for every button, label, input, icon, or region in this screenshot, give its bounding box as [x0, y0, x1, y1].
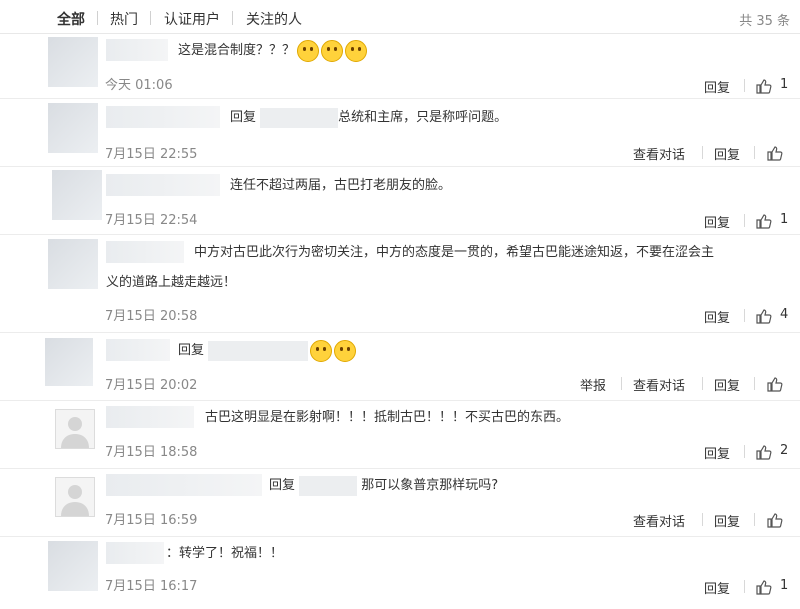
reply-button[interactable]: 回复 — [704, 578, 730, 597]
comment-item: 连任不超过两届，古巴打老朋友的脸。 7月15日 22:54 回复 1 — [0, 167, 800, 235]
mentioned-user-blurred[interactable] — [260, 107, 339, 128]
reply-button[interactable]: 回复 — [704, 443, 730, 462]
thumbs-up-icon — [756, 445, 772, 460]
username-blurred[interactable] — [106, 39, 168, 61]
action-divider — [621, 377, 622, 390]
comment-item: 回复 总统和主席，只是称呼问题。 7月15日 22:55 查看对话 回复 — [0, 99, 800, 167]
action-divider — [702, 377, 703, 390]
tab-divider — [232, 11, 233, 25]
like-count: 1 — [780, 212, 789, 227]
username-blurred[interactable] — [106, 106, 220, 128]
thumbs-up-icon — [756, 79, 772, 94]
report-button[interactable]: 举报 — [580, 375, 606, 394]
smile-emoji — [297, 39, 320, 62]
comment-text: 古巴这明显是在影射啊！！！抵制古巴！！！不买古巴的东西。 — [205, 410, 570, 425]
username-blurred[interactable] — [106, 474, 262, 496]
comment-actions: 回复 2 — [0, 443, 800, 463]
like-count: 4 — [780, 307, 789, 322]
thumbs-up-icon — [756, 580, 772, 595]
action-divider — [744, 214, 745, 227]
action-divider — [744, 79, 745, 92]
action-divider — [744, 445, 745, 458]
comment-total-count: 共 35 条 — [739, 14, 790, 29]
comment-item: 回复 7月15日 20:02 举报 查看对话 回复 — [0, 333, 800, 401]
comment-text-line1: 中方对古巴此次行为密切关注，中方的态度是一贯的，希望古巴能迷途知返，不要在涩会主 — [194, 245, 715, 260]
action-divider — [744, 580, 745, 593]
thumbs-up-icon — [756, 214, 772, 229]
comment-body: 这是混合制度？？？ — [178, 43, 296, 58]
like-count: 1 — [780, 578, 789, 593]
tab-all[interactable]: 全部 — [57, 9, 85, 29]
comment-filter-tabs: 全部 热门 认证用户 关注的人 共 35 条 — [0, 0, 800, 34]
tab-divider — [150, 11, 151, 25]
laugh-cry-emoji — [334, 339, 357, 362]
username-blurred[interactable] — [106, 542, 164, 564]
comment-text: ：转学了！祝福！！ — [166, 546, 284, 561]
comment-actions: 回复 1 — [0, 77, 800, 97]
view-conversation-button[interactable]: 查看对话 — [633, 144, 685, 163]
like-count: 1 — [780, 77, 789, 92]
comment-text-line2: 义的道路上越走越远！ — [106, 275, 237, 290]
action-divider — [754, 513, 755, 526]
comment-item: 古巴这明显是在影射啊！！！抵制古巴！！！不买古巴的东西。 7月15日 18:58… — [0, 401, 800, 469]
comment-text: 回复 那可以象普京那样玩吗? — [269, 474, 769, 497]
reply-button[interactable]: 回复 — [704, 77, 730, 96]
comment-item: ：转学了！祝福！！ 7月15日 16:17 回复 1 — [0, 537, 800, 609]
username-blurred[interactable] — [106, 339, 170, 361]
view-conversation-button[interactable]: 查看对话 — [633, 375, 685, 394]
comment-actions: 回复 4 — [0, 307, 800, 327]
comment-item: 这是混合制度？？？ 今天 01:06 回复 1 — [0, 34, 800, 99]
tab-divider — [97, 11, 98, 25]
comment-text: 回复 总统和主席，只是称呼问题。 — [230, 106, 790, 129]
username-blurred[interactable] — [106, 174, 220, 196]
action-divider — [744, 309, 745, 322]
view-conversation-button[interactable]: 查看对话 — [633, 511, 685, 530]
reply-button[interactable]: 回复 — [714, 375, 740, 394]
comment-text: 这是混合制度？？？ — [178, 39, 368, 62]
comment-text: 回复 — [178, 339, 357, 362]
comment-actions: 回复 1 — [0, 578, 800, 598]
laugh-cry-emoji — [310, 339, 333, 362]
mentioned-user-blurred[interactable] — [208, 340, 309, 361]
comment-body: 那可以象普京那样玩吗? — [361, 478, 499, 493]
comment-actions: 查看对话 回复 — [0, 511, 800, 531]
comment-item: 回复 那可以象普京那样玩吗? 7月15日 16:59 查看对话 回复 — [0, 469, 800, 537]
action-divider — [702, 513, 703, 526]
thumbs-up-icon — [767, 377, 783, 392]
tab-verified-users[interactable]: 认证用户 — [164, 9, 220, 29]
comment-actions: 查看对话 回复 — [0, 144, 800, 164]
reply-prefix: 回复 — [178, 343, 205, 358]
reply-button[interactable]: 回复 — [704, 212, 730, 231]
reply-button[interactable]: 回复 — [704, 307, 730, 326]
comment-actions: 举报 查看对话 回复 — [0, 375, 800, 395]
smile-emoji — [345, 39, 368, 62]
smile-emoji — [321, 39, 344, 62]
tab-following[interactable]: 关注的人 — [246, 9, 302, 29]
comment-text: 连任不超过两届，古巴打老朋友的脸。 — [230, 178, 452, 193]
thumbs-up-icon — [756, 309, 772, 324]
reply-button[interactable]: 回复 — [714, 511, 740, 530]
action-divider — [702, 146, 703, 159]
tab-hot[interactable]: 热门 — [110, 9, 138, 29]
comment-actions: 回复 1 — [0, 212, 800, 232]
comment-body: 总统和主席，只是称呼问题。 — [338, 110, 508, 125]
thumbs-up-icon — [767, 146, 783, 161]
comment-item: 中方对古巴此次行为密切关注，中方的态度是一贯的，希望古巴能迷途知返，不要在涩会主… — [0, 235, 800, 333]
thumbs-up-icon — [767, 513, 783, 528]
reply-prefix: 回复 — [230, 110, 257, 125]
mentioned-user-blurred[interactable] — [299, 475, 358, 496]
reply-prefix: 回复 — [269, 478, 296, 493]
action-divider — [754, 146, 755, 159]
like-count: 2 — [780, 443, 789, 458]
username-blurred[interactable] — [106, 241, 184, 263]
avatar[interactable] — [48, 239, 98, 289]
reply-button[interactable]: 回复 — [714, 144, 740, 163]
username-blurred[interactable] — [106, 406, 194, 428]
action-divider — [754, 377, 755, 390]
